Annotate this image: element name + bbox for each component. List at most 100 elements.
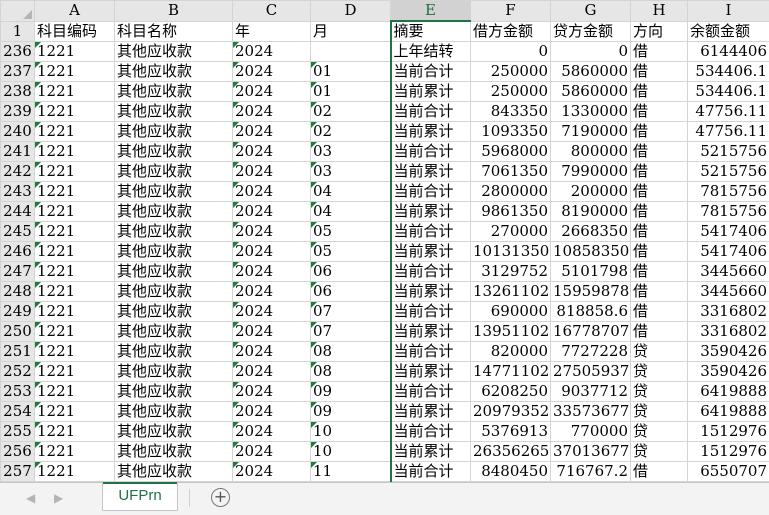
cell-g[interactable]: 10858350 — [551, 242, 631, 262]
cell-g[interactable]: 15959878 — [551, 282, 631, 302]
cell-d[interactable]: 03 — [311, 142, 391, 162]
cell-b[interactable]: 其他应收款 — [115, 382, 233, 402]
cell-e[interactable]: 当前累计 — [391, 202, 471, 222]
cell-e[interactable]: 当前累计 — [391, 242, 471, 262]
cell-g[interactable]: 27505937 — [551, 362, 631, 382]
cell-i[interactable]: 1512976 — [688, 422, 769, 442]
cell-h[interactable]: 贷 — [631, 382, 688, 402]
row-number[interactable]: 247 — [1, 262, 35, 282]
cell-c[interactable]: 2024 — [233, 42, 311, 62]
cell-i[interactable]: 5215756 — [688, 162, 769, 182]
sheet-tab-ufprn[interactable]: UFPrn — [102, 482, 178, 511]
cell-f[interactable]: 1093350 — [471, 122, 551, 142]
cell-e[interactable]: 当前合计 — [391, 142, 471, 162]
cell-g[interactable]: 5860000 — [551, 82, 631, 102]
cell-g[interactable]: 5101798 — [551, 262, 631, 282]
cell-b[interactable]: 其他应收款 — [115, 262, 233, 282]
cell-e[interactable]: 当前合计 — [391, 222, 471, 242]
cell-f[interactable]: 8480450 — [471, 462, 551, 482]
cell-d[interactable]: 10 — [311, 442, 391, 462]
cell-f[interactable]: 250000 — [471, 82, 551, 102]
cell-b[interactable]: 科目名称 — [115, 21, 233, 42]
cell-g[interactable]: 7190000 — [551, 122, 631, 142]
cell-f[interactable]: 7061350 — [471, 162, 551, 182]
cell-d[interactable]: 08 — [311, 362, 391, 382]
column-header-d[interactable]: D — [311, 1, 391, 22]
cell-c[interactable]: 2024 — [233, 422, 311, 442]
cell-h[interactable]: 借 — [631, 322, 688, 342]
cell-e[interactable]: 摘要 — [391, 21, 471, 42]
column-header-b[interactable]: B — [115, 1, 233, 22]
cell-b[interactable]: 其他应收款 — [115, 122, 233, 142]
cell-i[interactable]: 534406.1 — [688, 82, 769, 102]
cell-h[interactable]: 借 — [631, 302, 688, 322]
cell-f[interactable]: 5968000 — [471, 142, 551, 162]
cell-f[interactable]: 843350 — [471, 102, 551, 122]
cell-a[interactable]: 1221 — [35, 242, 115, 262]
cell-a[interactable]: 1221 — [35, 302, 115, 322]
column-header-a[interactable]: A — [35, 1, 115, 22]
row-number[interactable]: 237 — [1, 62, 35, 82]
cell-f[interactable]: 26356265 — [471, 442, 551, 462]
cell-e[interactable]: 当前累计 — [391, 362, 471, 382]
cell-i[interactable]: 余额金额 — [688, 21, 769, 42]
cell-c[interactable]: 年 — [233, 21, 311, 42]
cell-c[interactable]: 2024 — [233, 382, 311, 402]
cell-b[interactable]: 其他应收款 — [115, 202, 233, 222]
cell-i[interactable]: 3590426 — [688, 362, 769, 382]
cell-f[interactable]: 20979352 — [471, 402, 551, 422]
cell-d[interactable]: 09 — [311, 402, 391, 422]
row-number[interactable]: 243 — [1, 182, 35, 202]
cell-e[interactable]: 上年结转 — [391, 42, 471, 62]
cell-d[interactable]: 07 — [311, 302, 391, 322]
cell-c[interactable]: 2024 — [233, 302, 311, 322]
cell-g[interactable]: 16778707 — [551, 322, 631, 342]
cell-g[interactable]: 5860000 — [551, 62, 631, 82]
cell-b[interactable]: 其他应收款 — [115, 242, 233, 262]
cell-h[interactable]: 借 — [631, 242, 688, 262]
cell-d[interactable]: 10 — [311, 422, 391, 442]
select-all-corner[interactable] — [1, 1, 35, 22]
row-number[interactable]: 240 — [1, 122, 35, 142]
cell-i[interactable]: 6419888 — [688, 402, 769, 422]
cell-h[interactable]: 贷 — [631, 342, 688, 362]
cell-a[interactable]: 1221 — [35, 82, 115, 102]
cell-g[interactable]: 1330000 — [551, 102, 631, 122]
cell-e[interactable]: 当前累计 — [391, 82, 471, 102]
row-number[interactable]: 244 — [1, 202, 35, 222]
cell-h[interactable]: 借 — [631, 62, 688, 82]
cell-b[interactable]: 其他应收款 — [115, 362, 233, 382]
row-number[interactable]: 257 — [1, 462, 35, 482]
cell-g[interactable]: 818858.6 — [551, 302, 631, 322]
cell-b[interactable]: 其他应收款 — [115, 342, 233, 362]
cell-f[interactable]: 13951102 — [471, 322, 551, 342]
cell-g[interactable]: 33573677 — [551, 402, 631, 422]
cell-f[interactable]: 250000 — [471, 62, 551, 82]
cell-h[interactable]: 贷 — [631, 362, 688, 382]
cell-f[interactable]: 13261102 — [471, 282, 551, 302]
cell-a[interactable]: 1221 — [35, 162, 115, 182]
row-number[interactable]: 249 — [1, 302, 35, 322]
scroll-tabs-right-icon[interactable]: ▶ — [54, 491, 63, 505]
cell-i[interactable]: 47756.11 — [688, 122, 769, 142]
cell-g[interactable]: 37013677 — [551, 442, 631, 462]
cell-h[interactable]: 借 — [631, 142, 688, 162]
cell-f[interactable]: 690000 — [471, 302, 551, 322]
row-number[interactable]: 1 — [1, 21, 35, 42]
cell-f[interactable]: 10131350 — [471, 242, 551, 262]
cell-h[interactable]: 贷 — [631, 402, 688, 422]
cell-i[interactable]: 1512976 — [688, 442, 769, 462]
cell-g[interactable]: 9037712 — [551, 382, 631, 402]
cell-h[interactable]: 借 — [631, 262, 688, 282]
cell-i[interactable]: 3316802 — [688, 302, 769, 322]
cell-i[interactable]: 7815756 — [688, 182, 769, 202]
cell-c[interactable]: 2024 — [233, 62, 311, 82]
cell-c[interactable]: 2024 — [233, 122, 311, 142]
cell-i[interactable]: 3316802 — [688, 322, 769, 342]
column-header-c[interactable]: C — [233, 1, 311, 22]
column-header-f[interactable]: F — [471, 1, 551, 22]
cell-e[interactable]: 当前累计 — [391, 442, 471, 462]
cell-h[interactable]: 借 — [631, 182, 688, 202]
cell-g[interactable]: 800000 — [551, 142, 631, 162]
cell-d[interactable]: 08 — [311, 342, 391, 362]
